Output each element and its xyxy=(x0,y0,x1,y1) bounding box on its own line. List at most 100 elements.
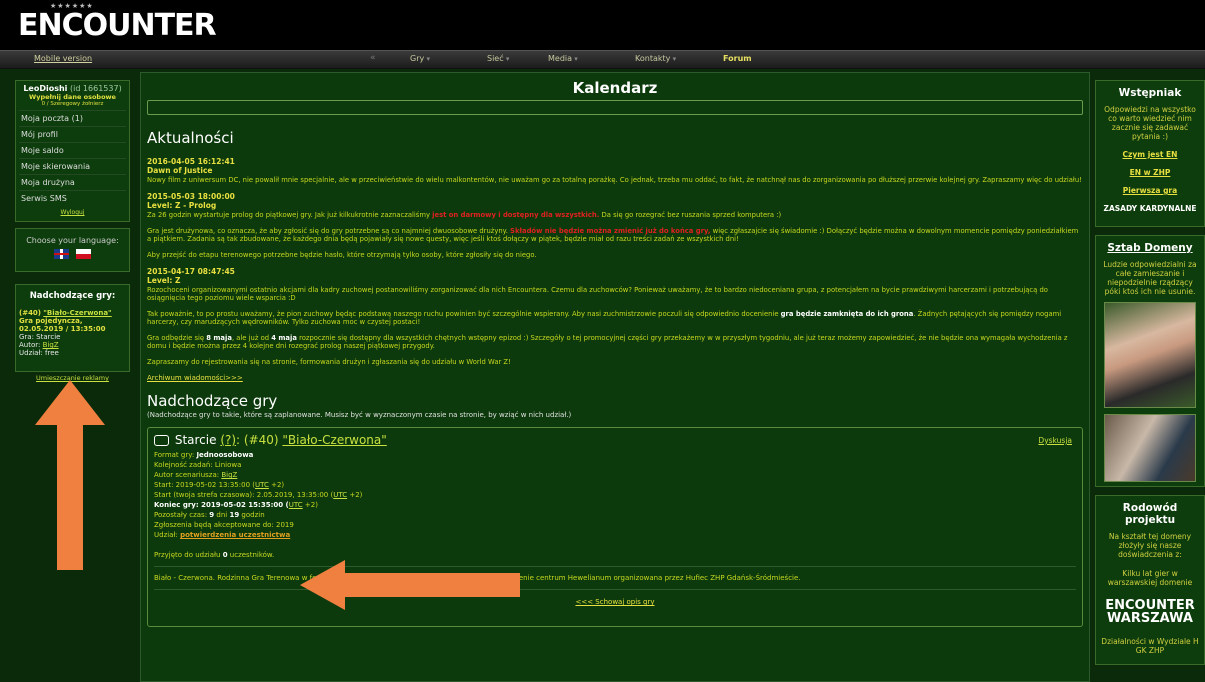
game-accepted: Przyjęto do udziału 0 uczestników. xyxy=(154,551,275,559)
game-applications: Zgłoszenia będą akceptowane do: 2019 xyxy=(154,521,294,529)
user-name[interactable]: LeoDioshi xyxy=(23,84,67,93)
menu-item-referrals[interactable]: Moje skierowania xyxy=(19,158,126,174)
news-text: Tak poważnie, to po prostu uważamy, że p… xyxy=(147,310,1062,326)
link-rules[interactable]: ZASADY KARDYNALNE xyxy=(1099,204,1201,213)
utc-link[interactable]: UTC xyxy=(289,501,303,509)
news-date: 2015-05-03 18:00:00 xyxy=(147,192,235,201)
main-content: Kalendarz Aktualności 2016-04-05 16:12:4… xyxy=(140,72,1090,682)
nav-item-gry[interactable]: Gry ▾ xyxy=(410,54,430,63)
history-text-2: Kilku lat gier w warszawskiej domenie xyxy=(1107,569,1193,587)
game-time-left: Pozostały czas: 9 dni 19 godzin xyxy=(154,511,265,519)
game-start: Start: 2019-05-02 13:35:00 (UTC +2) xyxy=(154,481,285,489)
car-icon xyxy=(154,435,169,446)
menu-item-sms[interactable]: Serwis SMS xyxy=(19,190,126,206)
intro-title: Wstępniak xyxy=(1118,87,1182,99)
link-first-game[interactable]: Pierwsza gra xyxy=(1099,186,1201,195)
utc-link[interactable]: UTC xyxy=(333,491,347,499)
upcoming-heading: Nadchodzące gry xyxy=(147,392,278,410)
nav-back-icon[interactable]: « xyxy=(370,53,376,63)
nav-bar: Mobile version « Gry ▾ Sieć ▾ Media ▾ Ko… xyxy=(0,50,1205,69)
game-help-link[interactable]: (?) xyxy=(220,433,236,447)
history-panel: Rodowód projektu Na kształt tej domeny z… xyxy=(1095,495,1205,665)
confirm-participation-link[interactable]: potwierdzenia uczestnictwa xyxy=(180,531,290,539)
news-item: 2016-04-05 16:12:41 Dawn of Justice Nowy… xyxy=(147,157,1083,184)
intro-text: Odpowiedzi na wszystko co warto wiedzieć… xyxy=(1104,105,1196,141)
fill-data-link[interactable]: Wypełnij dane osobowe xyxy=(19,93,126,101)
news-text: Aby przejść do etapu terenowego potrzebn… xyxy=(147,251,537,259)
title-bar xyxy=(147,100,1083,115)
user-panel: LeoDioshi (id 1661537) Wypełnij dane oso… xyxy=(15,80,130,222)
up-arrow-shape xyxy=(35,380,105,570)
game-title: Starcie (?): (#40) "Biało-Czerwona" xyxy=(154,433,1076,447)
staff-text: Ludzie odpowiedzialni za całe zamieszani… xyxy=(1103,260,1197,296)
game-card: Starcie (?): (#40) "Biało-Czerwona" Dysk… xyxy=(147,427,1083,627)
game-name-link[interactable]: "Biało-Czerwona" xyxy=(282,433,386,447)
link-what-is-en[interactable]: Czym jest EN xyxy=(1099,150,1201,159)
game-end: Koniec gry: 2019-05-02 15:35:00 (UTC +2) xyxy=(154,501,318,509)
history-title: Rodowód projektu xyxy=(1122,502,1178,526)
hide-description-link[interactable]: <<< Schowaj opis gry xyxy=(154,598,1076,606)
news-text: Zapraszamy do rejestrowania się na stron… xyxy=(147,358,511,366)
nav-item-kontakty[interactable]: Kontakty ▾ xyxy=(635,54,676,63)
page-title: Kalendarz xyxy=(572,79,658,97)
user-id: (id 1661537) xyxy=(69,84,122,93)
upcoming-game-entry: (#40) "Biało-Czerwona" Gra pojedyncza, 0… xyxy=(19,309,112,357)
history-text: Na kształt tej domeny złożyły się nasze … xyxy=(1108,532,1192,559)
menu-item-team[interactable]: Moja drużyna xyxy=(19,174,126,190)
game-start-local: Start (twoja strefa czasowa): 2.05.2019,… xyxy=(154,491,363,499)
link-en-zhp[interactable]: EN w ZHP xyxy=(1099,168,1201,177)
game-author: Autor scenariusza: BigZ xyxy=(154,471,238,479)
logout-link[interactable]: Wyloguj xyxy=(19,206,126,218)
left-arrow-shape xyxy=(300,560,520,610)
archive-link[interactable]: Archiwum wiadomości>>> xyxy=(147,374,1083,382)
game-description: Biało - Czerwona. Rodzinna Gra Terenowa … xyxy=(154,574,801,582)
upcoming-games-panel: Nadchodzące gry: (#40) "Biało-Czerwona" … xyxy=(15,284,130,372)
left-arrow-annotation xyxy=(300,560,520,610)
nav-item-siec[interactable]: Sieć ▾ xyxy=(487,54,509,63)
encounter-warszawa-logo[interactable]: ENCOUNTER WARSZAWA xyxy=(1099,599,1201,625)
news-title: Level: Z xyxy=(147,276,181,285)
news-text: Gra odbędzie się 8 maja, ale już od 4 ma… xyxy=(147,334,1068,350)
news-date: 2015-04-17 08:47:45 xyxy=(147,267,235,276)
right-sidebar: Wstępniak Odpowiedzi na wszystko co wart… xyxy=(1095,80,1205,673)
staff-photo[interactable] xyxy=(1104,414,1196,482)
staff-photo[interactable] xyxy=(1104,302,1196,408)
menu-item-profile[interactable]: Mój profil xyxy=(19,126,126,142)
upcoming-author-link[interactable]: BigZ xyxy=(43,341,59,349)
nav-item-media[interactable]: Media ▾ xyxy=(548,54,578,63)
nav-item-forum[interactable]: Forum xyxy=(723,54,752,63)
menu-item-mail[interactable]: Moja poczta (1) xyxy=(19,110,126,126)
news-title: Level: Z - Prolog xyxy=(147,201,217,210)
news-text: Gra jest drużynowa, co oznacza, że aby z… xyxy=(147,227,1079,243)
divider xyxy=(154,589,1076,590)
mobile-version-link[interactable]: Mobile version xyxy=(34,54,92,63)
divider xyxy=(154,566,1076,567)
author-link[interactable]: BigZ xyxy=(221,471,237,479)
staff-title[interactable]: Sztab Domeny xyxy=(1099,242,1201,254)
game-format: Format gry: Jednoosobowa xyxy=(154,451,254,459)
news-text: Rozochoceni organizowanymi ostatnio akcj… xyxy=(147,286,1048,302)
left-sidebar: LeoDioshi (id 1661537) Wypełnij dane oso… xyxy=(15,80,130,382)
upcoming-games-title: Nadchodzące gry: xyxy=(29,291,116,301)
user-rank: 0 / Szeregowy żołnierz xyxy=(41,101,104,107)
news-text: Nowy film z uniwersum DC, nie powalił mn… xyxy=(147,176,1082,184)
encounter-logo[interactable]: ENCOUNTER xyxy=(18,8,217,43)
news-item: 2015-05-03 18:00:00 Level: Z - Prolog Za… xyxy=(147,192,1083,259)
language-panel: Choose your language: xyxy=(15,228,130,272)
news-item: 2015-04-17 08:47:45 Level: Z Rozochoceni… xyxy=(147,267,1083,366)
utc-link[interactable]: UTC xyxy=(255,481,269,489)
intro-panel: Wstępniak Odpowiedzi na wszystko co wart… xyxy=(1095,80,1205,227)
pl-flag-icon[interactable] xyxy=(75,249,91,259)
upcoming-subtitle: (Nadchodzące gry to takie, które są zapl… xyxy=(147,411,572,419)
news-title: Dawn of Justice xyxy=(147,166,213,175)
game-participation: Udział: potwierdzenia uczestnictwa xyxy=(154,531,291,539)
uk-flag-icon[interactable] xyxy=(54,249,70,259)
news-heading: Aktualności xyxy=(147,129,234,147)
language-title: Choose your language: xyxy=(26,236,119,245)
up-arrow-annotation xyxy=(35,380,105,570)
news-text: Za 26 godzin wystartuje prolog do piątko… xyxy=(147,211,782,219)
upcoming-game-link[interactable]: "Biało-Czerwona" xyxy=(43,309,111,317)
news-date: 2016-04-05 16:12:41 xyxy=(147,157,235,166)
menu-item-balance[interactable]: Moje saldo xyxy=(19,142,126,158)
discussion-link[interactable]: Dyskusja xyxy=(1038,436,1072,445)
